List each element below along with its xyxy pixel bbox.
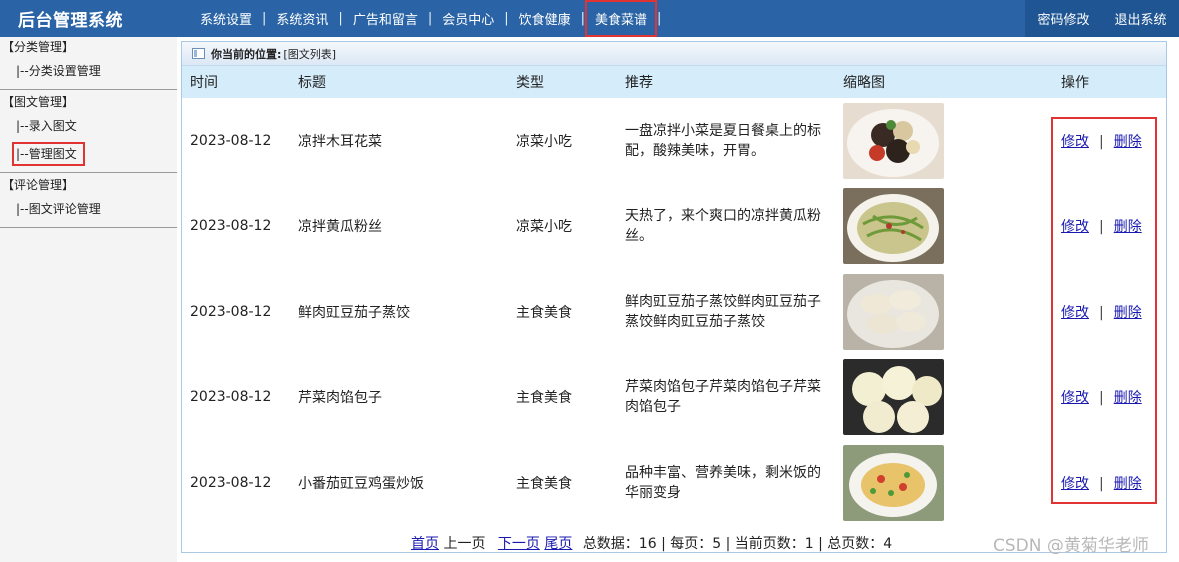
nav-separator: | <box>427 11 433 26</box>
breadcrumb: 你当前的位置: [图文列表] <box>182 42 1166 66</box>
cell-title: 芹菜肉馅包子 <box>298 390 382 407</box>
cell-date: 2023-08-12 <box>190 132 272 149</box>
sidebar-group-title: 【评论管理】 <box>2 178 75 192</box>
breadcrumb-label: 你当前的位置: <box>211 47 282 61</box>
sidebar-item-manage-articles[interactable]: |--管理图文 <box>0 140 177 168</box>
thumbnail-image <box>843 102 944 179</box>
cell-date: 2023-08-12 <box>190 389 272 406</box>
article-table: 时间 标题 类型 推荐 缩略图 操作 2023-08-12 凉拌木耳花菜 凉菜小… <box>182 66 1166 526</box>
nav-separator: | <box>338 11 343 26</box>
breadcrumb-value: [图文列表] <box>283 47 336 61</box>
nav-separator: | <box>262 11 267 26</box>
sidebar-group-article: 【图文管理】 |--录入图文 |--管理图文 <box>0 92 177 173</box>
sidebar-group-title: 【分类管理】 <box>2 40 75 54</box>
cell-actions: 修改 | 删除 <box>1061 475 1142 492</box>
cell-recommend: 品种丰富、营养美味，剩米饭的华丽变身 <box>625 464 821 501</box>
cell-title: 凉拌黄瓜粉丝 <box>298 219 382 236</box>
edit-link[interactable]: 修改 <box>1061 305 1089 321</box>
sidebar: 【分类管理】 |--分类设置管理 【图文管理】 |--录入图文 |--管理图文 … <box>0 37 177 562</box>
cell-date: 2023-08-12 <box>190 474 272 491</box>
table-row: 2023-08-12 小番茄豇豆鸡蛋炒饭 主食美食 品种丰富、营养美味，剩米饭的… <box>182 440 1166 526</box>
cell-thumbnail <box>835 269 1053 355</box>
edit-link[interactable]: 修改 <box>1061 134 1089 150</box>
cell-type: 凉菜小吃 <box>516 133 572 150</box>
cell-actions: 修改 | 删除 <box>1061 219 1142 236</box>
table-header-row: 时间 标题 类型 推荐 缩略图 操作 <box>182 66 1166 98</box>
delete-link[interactable]: 删除 <box>1114 134 1142 150</box>
delete-link[interactable]: 删除 <box>1114 476 1142 492</box>
col-recommend: 推荐 <box>617 66 835 98</box>
thumbnail-image <box>843 188 944 265</box>
main-panel: 你当前的位置: [图文列表] 时间 标题 类型 推荐 缩略图 操作 2023-0… <box>181 41 1167 553</box>
col-thumbnail: 缩略图 <box>835 66 1053 98</box>
pager-summary: 总数据：16 | 每页：5 | 当前页数：1 | 总页数：4 <box>582 536 893 552</box>
nav-food-recipes[interactable]: 美食菜谱 <box>585 0 658 37</box>
col-type: 类型 <box>508 66 617 98</box>
sidebar-group-category: 【分类管理】 |--分类设置管理 <box>0 37 177 90</box>
nav-system-news[interactable]: 系统资讯 <box>266 9 338 28</box>
cell-title: 凉拌木耳花菜 <box>298 133 382 150</box>
cell-thumbnail <box>835 98 1053 184</box>
table-row: 2023-08-12 鲜肉豇豆茄子蒸饺 主食美食 鲜肉豇豆茄子蒸饺鲜肉豇豆茄子蒸… <box>182 269 1166 355</box>
nav-system-settings[interactable]: 系统设置 <box>190 9 262 28</box>
col-date: 时间 <box>182 66 290 98</box>
cell-recommend: 一盘凉拌小菜是夏日餐桌上的标配，酸辣美味，开胃。 <box>625 122 821 159</box>
sidebar-item-article-comments[interactable]: |--图文评论管理 <box>0 195 177 223</box>
cell-thumbnail <box>835 184 1053 270</box>
cell-title: 鲜肉豇豆茄子蒸饺 <box>298 304 410 321</box>
edit-link[interactable]: 修改 <box>1061 219 1089 235</box>
cell-type: 主食美食 <box>516 390 572 407</box>
edit-link[interactable]: 修改 <box>1061 390 1089 406</box>
col-actions: 操作 <box>1053 66 1166 98</box>
thumbnail-image <box>843 359 944 436</box>
cell-thumbnail <box>835 355 1053 441</box>
delete-link[interactable]: 删除 <box>1114 219 1142 235</box>
prev-page-text: 上一页 <box>443 536 486 552</box>
cell-actions: 修改 | 删除 <box>1061 133 1142 150</box>
sidebar-item-add-article[interactable]: |--录入图文 <box>0 112 177 140</box>
thumbnail-image <box>843 444 944 521</box>
nav-separator: | <box>657 11 662 26</box>
pagination: 首页 上一页 下一页 尾页 总数据：16 | 每页：5 | 当前页数：1 | 总… <box>411 533 892 553</box>
delete-link[interactable]: 删除 <box>1114 305 1142 321</box>
delete-link[interactable]: 删除 <box>1114 390 1142 406</box>
nav-diet-health[interactable]: 饮食健康 <box>509 9 581 28</box>
table-row: 2023-08-12 凉拌木耳花菜 凉菜小吃 一盘凉拌小菜是夏日餐桌上的标配，酸… <box>182 98 1166 184</box>
cell-type: 主食美食 <box>516 304 572 321</box>
sidebar-group-title: 【图文管理】 <box>2 95 75 109</box>
top-bar: 后台管理系统 系统设置 | 系统资讯 | 广告和留言 | 会员中心 | 饮食健康… <box>0 0 1179 37</box>
watermark: CSDN @黄菊华老师 <box>993 536 1149 556</box>
cell-type: 凉菜小吃 <box>516 219 572 236</box>
change-password-link[interactable]: 密码修改 <box>1037 9 1089 28</box>
top-nav: 系统设置 | 系统资讯 | 广告和留言 | 会员中心 | 饮食健康 | 美食菜谱… <box>190 0 661 37</box>
table-row: 2023-08-12 芹菜肉馅包子 主食美食 芹菜肉馅包子芹菜肉馅包子芹菜肉馅包… <box>182 355 1166 441</box>
next-page-link[interactable]: 下一页 <box>498 536 540 552</box>
brand-title: 后台管理系统 <box>18 11 123 31</box>
nav-separator: | <box>580 11 586 26</box>
cell-recommend: 天热了，来个爽口的凉拌黄瓜粉丝。 <box>625 208 821 245</box>
edit-link[interactable]: 修改 <box>1061 476 1089 492</box>
logout-link[interactable]: 退出系统 <box>1114 9 1166 28</box>
thumbnail-image <box>843 273 944 350</box>
nav-ads-messages[interactable]: 广告和留言 <box>343 9 428 28</box>
top-right-links: 密码修改 退出系统 <box>1025 0 1179 37</box>
col-title: 标题 <box>290 66 508 98</box>
last-page-link[interactable]: 尾页 <box>544 536 572 552</box>
list-icon <box>192 48 205 59</box>
nav-member-center[interactable]: 会员中心 <box>432 9 504 28</box>
cell-date: 2023-08-12 <box>190 303 272 320</box>
cell-actions: 修改 | 删除 <box>1061 304 1142 321</box>
cell-title: 小番茄豇豆鸡蛋炒饭 <box>298 475 424 492</box>
first-page-link[interactable]: 首页 <box>411 536 439 552</box>
table-row: 2023-08-12 凉拌黄瓜粉丝 凉菜小吃 天热了，来个爽口的凉拌黄瓜粉丝。 … <box>182 184 1166 270</box>
cell-actions: 修改 | 删除 <box>1061 390 1142 407</box>
cell-recommend: 芹菜肉馅包子芹菜肉馅包子芹菜肉馅包子 <box>625 379 821 416</box>
cell-recommend: 鲜肉豇豆茄子蒸饺鲜肉豇豆茄子蒸饺鲜肉豇豆茄子蒸饺 <box>625 293 821 330</box>
cell-thumbnail <box>835 440 1053 526</box>
sidebar-group-comments: 【评论管理】 |--图文评论管理 <box>0 175 177 228</box>
nav-separator: | <box>504 11 509 26</box>
cell-date: 2023-08-12 <box>190 218 272 235</box>
sidebar-item-category-settings[interactable]: |--分类设置管理 <box>0 57 177 85</box>
cell-type: 主食美食 <box>516 475 572 492</box>
